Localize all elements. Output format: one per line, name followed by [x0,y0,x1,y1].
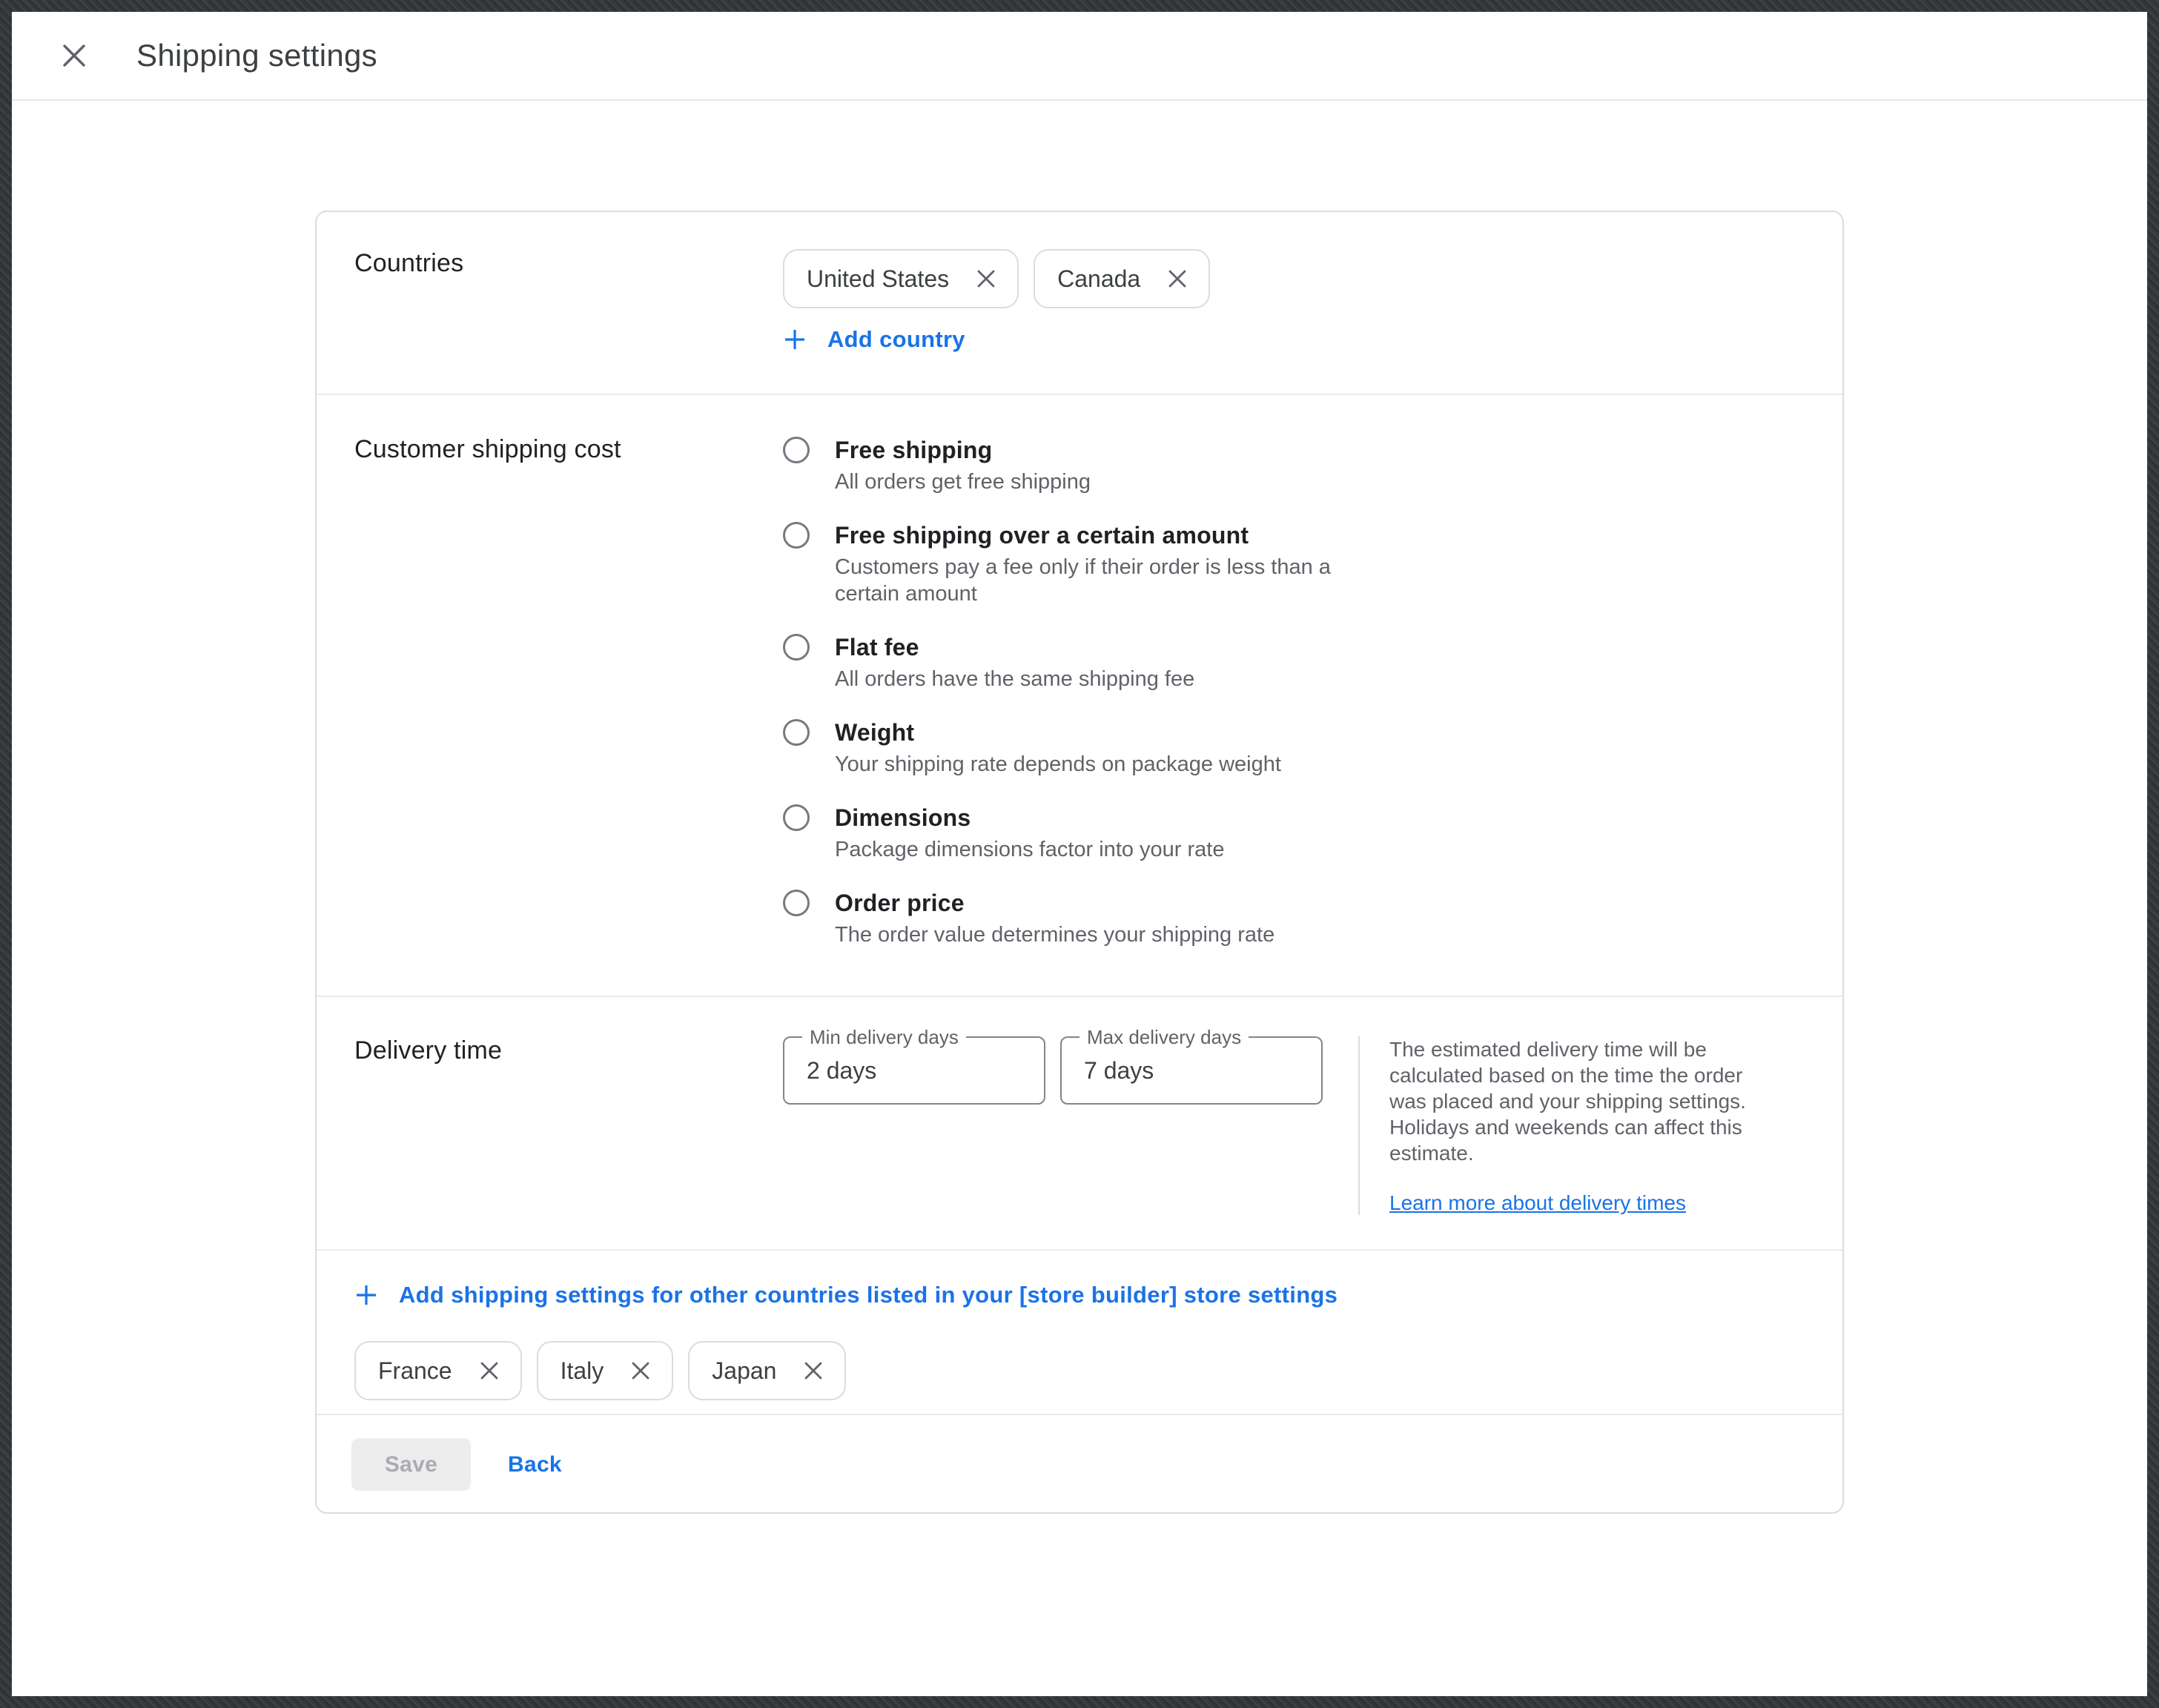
chip-label: Japan [712,1357,776,1385]
country-chip-france: France [354,1341,522,1400]
option-description: Package dimensions factor into your rate [835,836,1225,863]
radio-weight[interactable] [783,719,810,746]
option-description: All orders get free shipping [835,469,1091,495]
countries-label: Countries [354,249,783,278]
radio-free-shipping-over-amount[interactable] [783,522,810,549]
option-flat-fee: Flat fee All orders have the same shippi… [783,632,1346,692]
min-delivery-days-field-label: Min delivery days [802,1026,966,1049]
country-chip-italy: Italy [537,1341,674,1400]
delivery-note-text: The estimated delivery time will be calc… [1389,1036,1778,1166]
option-description: All orders have the same shipping fee [835,666,1194,692]
shipping-cost-label: Customer shipping cost [354,435,783,464]
main: Countries United States Canada [12,101,2147,1514]
option-dimensions: Dimensions Package dimensions factor int… [783,803,1346,863]
chip-label: Canada [1057,265,1140,293]
max-delivery-days-field[interactable]: Max delivery days 7 days [1060,1036,1323,1105]
other-countries-section: Add shipping settings for other countrie… [317,1251,1842,1415]
chip-label: United States [807,265,949,293]
option-weight: Weight Your shipping rate depends on pac… [783,718,1346,778]
radio-free-shipping[interactable] [783,437,810,463]
option-description: The order value determines your shipping… [835,921,1274,948]
shipping-settings-card: Countries United States Canada [315,211,1844,1514]
option-description: Customers pay a fee only if their order … [835,554,1346,607]
add-other-countries-button[interactable]: Add shipping settings for other countrie… [354,1282,1338,1308]
option-description: Your shipping rate depends on package we… [835,751,1281,778]
save-button[interactable]: Save [351,1438,471,1491]
radio-dimensions[interactable] [783,804,810,831]
plus-icon [354,1283,378,1307]
option-free-shipping-over-amount: Free shipping over a certain amount Cust… [783,520,1346,607]
back-button[interactable]: Back [496,1445,574,1485]
remove-icon [803,1360,824,1381]
option-title: Weight [835,718,1281,747]
countries-section: Countries United States Canada [317,212,1842,395]
option-title: Order price [835,888,1274,918]
option-title: Free shipping [835,435,1091,465]
radio-flat-fee[interactable] [783,634,810,661]
remove-country-button[interactable] [976,268,996,289]
option-free-shipping: Free shipping All orders get free shippi… [783,435,1346,495]
min-delivery-days-value: 2 days [807,1057,876,1085]
option-title: Dimensions [835,803,1225,833]
option-title: Flat fee [835,632,1194,662]
radio-order-price[interactable] [783,890,810,916]
add-country-button[interactable]: Add country [783,326,965,353]
page-title: Shipping settings [136,38,377,73]
option-title: Free shipping over a certain amount [835,520,1346,550]
remove-country-button[interactable] [1167,268,1188,289]
option-order-price: Order price The order value determines y… [783,888,1346,948]
remove-icon [630,1360,651,1381]
country-chip-canada: Canada [1034,249,1210,308]
shipping-cost-section: Customer shipping cost Free shipping All… [317,395,1842,997]
max-delivery-days-value: 7 days [1084,1057,1154,1085]
learn-more-link[interactable]: Learn more about delivery times [1389,1191,1686,1215]
country-chip-japan: Japan [688,1341,846,1400]
close-icon [62,43,87,68]
countries-chip-row: United States Canada [783,249,1210,308]
close-button[interactable] [53,35,95,76]
other-countries-chip-row: France Italy Japan [354,1341,1805,1400]
header: Shipping settings [12,12,2147,101]
country-chip-united-states: United States [783,249,1019,308]
plus-icon [783,328,807,351]
remove-icon [976,268,996,289]
screenshot-frame: Shipping settings Countries United State… [0,0,2159,1708]
delivery-time-label: Delivery time [354,1036,783,1065]
footer-actions: Save Back [317,1415,1842,1512]
delivery-time-section: Delivery time Min delivery days 2 days M… [317,997,1842,1251]
remove-country-button[interactable] [630,1360,651,1381]
remove-country-button[interactable] [803,1360,824,1381]
delivery-note-panel: The estimated delivery time will be calc… [1358,1036,1778,1215]
max-delivery-days-field-label: Max delivery days [1080,1026,1249,1049]
chip-label: France [378,1357,452,1385]
shipping-settings-page: Shipping settings Countries United State… [12,12,2147,1696]
add-other-countries-label: Add shipping settings for other countrie… [399,1282,1338,1308]
min-delivery-days-field[interactable]: Min delivery days 2 days [783,1036,1045,1105]
chip-label: Italy [561,1357,604,1385]
remove-icon [1167,268,1188,289]
remove-country-button[interactable] [479,1360,500,1381]
remove-icon [479,1360,500,1381]
add-country-label: Add country [827,326,965,353]
